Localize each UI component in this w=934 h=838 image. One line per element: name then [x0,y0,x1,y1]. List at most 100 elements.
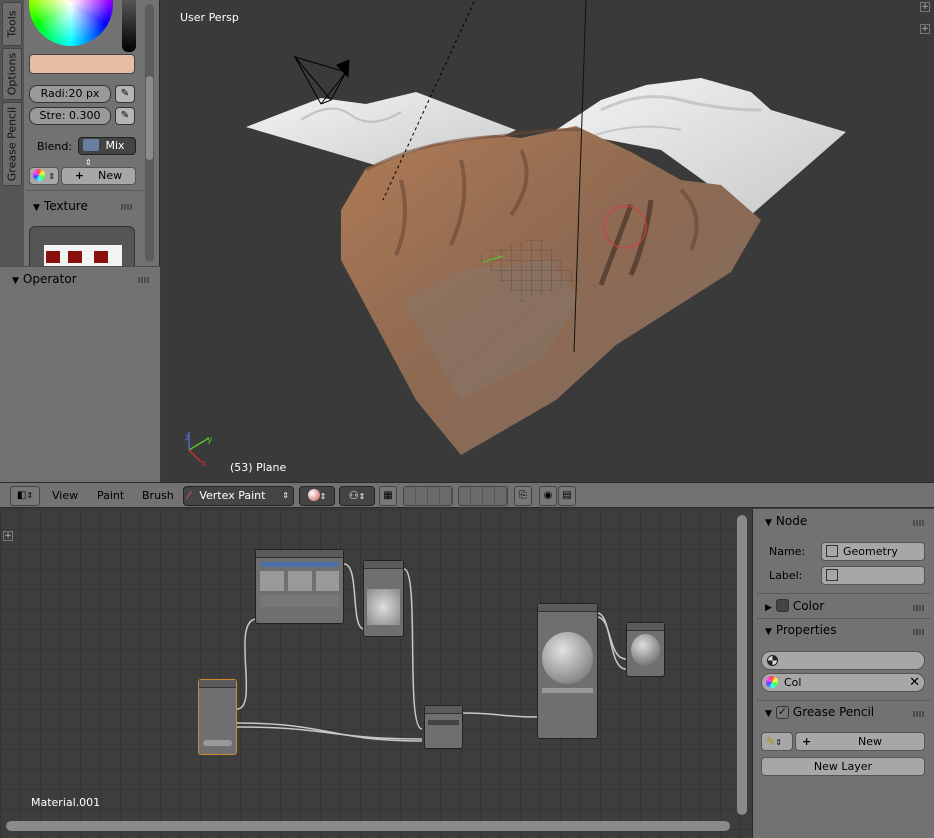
strength-field[interactable]: Stre: 0.300 [29,107,111,125]
menu-paint[interactable]: Paint [97,489,124,502]
panel-grip-icon[interactable] [913,605,925,611]
clear-x-icon[interactable]: ✕ [909,674,920,691]
grease-pencil-selector[interactable]: ✎⇕ [761,732,793,751]
shading-sphere-icon [307,489,320,501]
node-field [542,688,593,693]
layer-buttons-2[interactable] [458,486,508,506]
viewport-shading-dropdown[interactable]: ⇕ [299,486,335,506]
panel-grip-icon[interactable] [913,711,925,717]
node-header [627,623,664,631]
pivot-dropdown[interactable]: ⚇⇕ [339,486,375,506]
panel-grip-icon[interactable] [138,277,150,283]
vertex-color-icon [766,676,778,688]
node-texture[interactable] [363,560,404,637]
viewport-scene: y z x [185,0,846,469]
grease-pencil-panel-header[interactable]: ▼Grease Pencil [765,705,874,719]
name-label: Name: [769,545,806,558]
node-dropdown [428,720,459,725]
updown-icon: ⇕ [48,172,56,181]
brush-color-swatch[interactable] [29,54,135,74]
color-checkbox[interactable] [775,599,789,612]
menu-view[interactable]: View [52,489,78,502]
grease-pencil-checkbox[interactable] [775,706,789,719]
svg-text:z: z [185,433,190,443]
material-label: Material.001 [31,796,101,809]
vertex-color-field[interactable]: Col ✕ [761,673,925,692]
color-wheel[interactable] [29,0,113,46]
node-name-field[interactable]: Geometry [821,542,925,561]
node-editor[interactable]: + Material.001 [0,509,752,838]
label-label: Label: [769,569,803,582]
tab-tools[interactable]: Tools [2,2,22,46]
divider [757,700,931,701]
node-mix[interactable] [424,705,463,749]
expanded-icon: ▼ [765,709,772,719]
grease-pencil-new-button[interactable]: + New [795,732,925,751]
mode-dropdown[interactable]: ⁄ Vertex Paint ⇕ [183,486,294,506]
node-header [425,706,462,714]
new-layer-button[interactable]: New Layer [761,757,925,776]
axes-widget: y z x [185,432,213,469]
operator-panel-header[interactable]: ▼ Operator [12,272,77,286]
editor-type-button[interactable]: ◧⇕ [10,486,40,506]
node-header [538,604,597,612]
scrollbar-thumb[interactable] [146,76,153,160]
tool-shelf: Tools Options Grease Pencil Radi:20 px ✎… [0,0,160,482]
node-output[interactable] [626,622,665,677]
tab-strip: Tools Options Grease Pencil [0,0,24,266]
node-material[interactable] [537,603,598,739]
operator-panel: ▼ Operator [0,266,160,482]
value-slider[interactable] [122,0,136,52]
properties-panel-header[interactable]: ▼ Properties [765,623,837,637]
brush-selector[interactable]: ⇕ [29,167,59,185]
texture-panel-header[interactable]: ▼ Texture [33,199,88,213]
divider [757,618,931,619]
node-editor-vertical-scrollbar[interactable] [737,515,747,815]
node-panel-header[interactable]: ▼ Node [765,514,807,528]
panel-grip-icon[interactable] [121,204,133,210]
expanded-icon: ▼ [12,276,19,286]
cube-icon: ◧ [16,490,27,501]
menu-brush[interactable]: Brush [142,489,174,502]
svg-text:y: y [207,435,213,445]
render-camera-icon[interactable]: ◉ [539,486,557,506]
uv-map-field[interactable] [761,651,925,670]
blend-label: Blend: [37,140,73,153]
tab-grease-pencil[interactable]: Grease Pencil [2,102,22,186]
new-brush-button[interactable]: + New [61,167,136,185]
camera-object[interactable] [293,56,350,105]
3d-viewport[interactable]: User Persp + + y z x (53) Plane [161,0,934,482]
render-animation-icon[interactable]: ▤ [558,486,576,506]
expanded-icon: ▼ [765,627,772,637]
node-geometry[interactable] [198,679,237,755]
node-fields [260,595,339,607]
face-mask-icon[interactable]: ▦ [379,486,397,506]
node-icon [826,569,838,581]
radius-pressure-icon[interactable]: ✎ [115,85,135,103]
shelf-scrollbar[interactable] [145,4,154,262]
node-header [256,550,343,558]
plus-icon: + [802,735,812,748]
node-field [203,740,232,746]
texture-preview[interactable] [29,226,135,266]
updown-icon: ⇕ [26,491,34,500]
updown-icon: ⇕ [282,491,289,500]
divider [757,593,931,594]
radius-field[interactable]: Radi:20 px [29,85,111,103]
panel-grip-icon[interactable] [913,629,925,635]
layer-buttons-1[interactable] [403,486,453,506]
updown-icon: ⇕ [358,492,366,501]
plus-icon: + [74,169,85,182]
lock-layers-icon[interactable]: ⎘ [514,486,532,506]
node-mapping[interactable] [255,549,344,624]
tab-options[interactable]: Options [2,48,22,100]
color-panel-header[interactable]: ▶ Color [765,599,824,613]
panel-grip-icon[interactable] [913,520,925,526]
strength-pressure-icon[interactable]: ✎ [115,107,135,125]
node-label-field[interactable] [821,566,925,585]
brush-icon [32,169,45,181]
node-editor-horizontal-scrollbar[interactable] [6,821,730,831]
node-header [364,561,403,569]
blend-dropdown[interactable]: Mix ⇕ [78,137,136,167]
node-material-preview [542,632,593,684]
